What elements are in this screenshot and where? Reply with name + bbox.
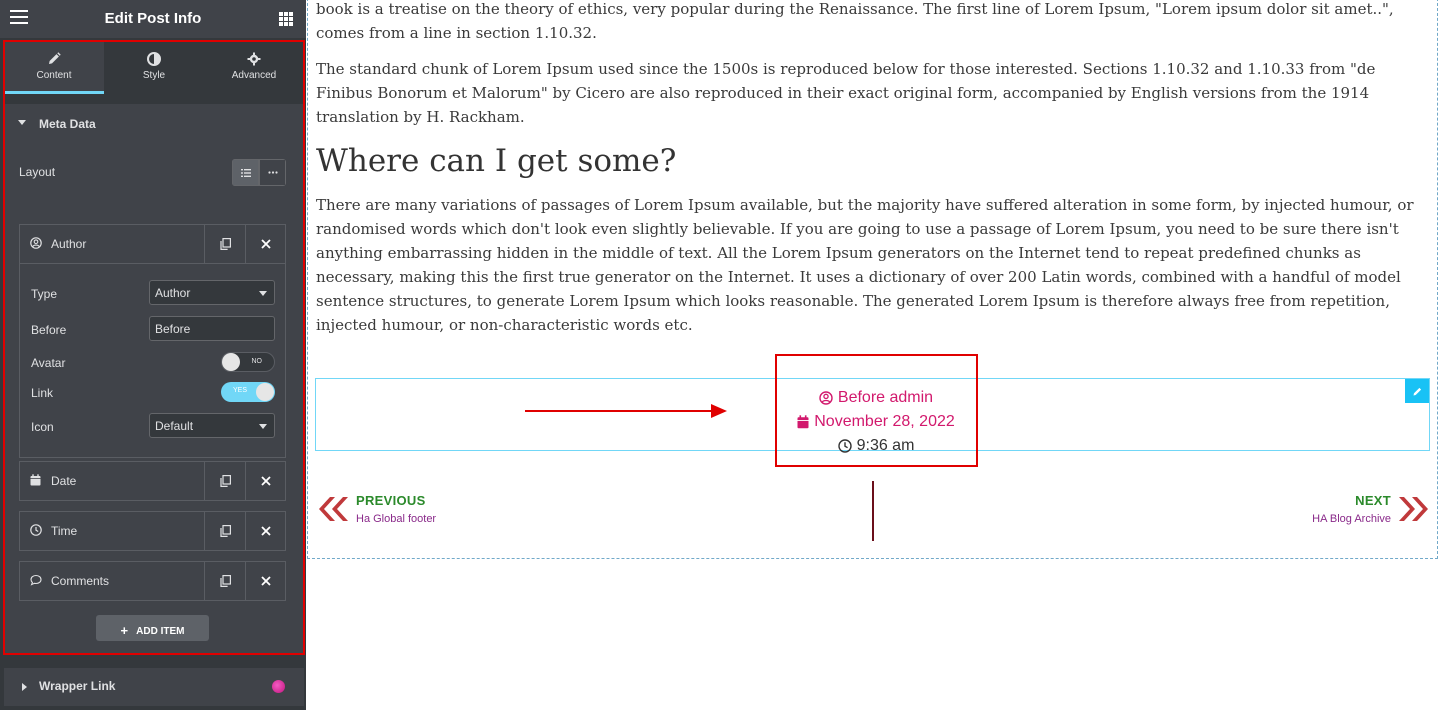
author-settings: Type Author Before Before Avatar NO Link… (20, 263, 285, 457)
duplicate-button[interactable] (204, 225, 246, 263)
copy-icon (219, 525, 231, 537)
toggle-knob (256, 383, 274, 401)
add-item-label: ADD ITEM (136, 626, 185, 637)
icon-label: Icon (31, 420, 54, 434)
calendar-icon (30, 474, 41, 486)
toggle-knob (222, 353, 240, 371)
comment-icon (30, 574, 42, 586)
widgets-grid-icon[interactable] (279, 12, 293, 26)
double-chevron-left-icon (319, 497, 348, 521)
pencil-icon (49, 52, 61, 64)
copy-icon (219, 575, 231, 587)
link-toggle-text: YES (233, 387, 248, 394)
copy-icon (219, 475, 231, 487)
remove-button[interactable] (246, 512, 286, 550)
before-input[interactable]: Before (149, 316, 275, 341)
remove-button[interactable] (246, 462, 286, 500)
tab-style[interactable]: Style (104, 42, 204, 94)
panel-title: Edit Post Info (104, 10, 202, 27)
repeater-item-author-header[interactable]: Author (20, 225, 285, 263)
repeater-item-comments: Comments (19, 561, 286, 601)
repeater-item-comments-header[interactable]: Comments (20, 562, 285, 600)
tab-content[interactable]: Content (4, 42, 104, 94)
clock-icon (30, 524, 42, 536)
icon-select[interactable]: Default (149, 413, 275, 438)
duplicate-button[interactable] (204, 562, 246, 600)
section-wrapper-link-title: Wrapper Link (39, 679, 116, 693)
next-post-link[interactable]: NEXT HA Blog Archive (1312, 493, 1431, 525)
highlight-box (775, 354, 978, 467)
repeater-item-time-header[interactable]: Time (20, 512, 285, 550)
content-heading: Where can I get some? (316, 143, 677, 179)
layout-switcher (232, 159, 286, 186)
user-circle-icon (30, 237, 42, 249)
caret-right-icon (22, 683, 27, 691)
arrow-pointer (525, 404, 727, 418)
section-meta-data-toggle[interactable]: Meta Data (4, 104, 304, 144)
pencil-icon (1413, 387, 1421, 395)
gear-icon (247, 52, 261, 66)
sidebar-header: Edit Post Info (0, 0, 306, 38)
avatar-toggle[interactable]: NO (221, 352, 275, 372)
plus-icon: + (120, 623, 129, 638)
close-icon (261, 239, 271, 249)
section-wrapper-link-toggle[interactable]: Wrapper Link (4, 668, 304, 706)
previous-label: PREVIOUS (356, 493, 426, 508)
copy-icon (219, 238, 231, 250)
link-toggle[interactable]: YES (221, 382, 275, 402)
double-chevron-right-icon (1399, 497, 1428, 521)
repeater-item-author: Author Type Author Before Before Avatar … (19, 224, 286, 458)
close-icon (261, 526, 271, 536)
type-select[interactable]: Author (149, 280, 275, 305)
type-label: Type (31, 287, 58, 301)
caret-down-icon (18, 120, 26, 125)
repeater-item-label: Time (51, 524, 78, 538)
tab-advanced[interactable]: Advanced (204, 42, 304, 94)
next-label: NEXT (1355, 493, 1391, 508)
section-meta-data-title: Meta Data (39, 117, 96, 131)
avatar-label: Avatar (31, 356, 66, 370)
hamburger-menu-icon[interactable] (10, 10, 28, 26)
tab-advanced-label: Advanced (231, 70, 277, 81)
next-post-title: HA Blog Archive (1312, 513, 1391, 525)
repeater-item-date-header[interactable]: Date (20, 462, 285, 500)
duplicate-button[interactable] (204, 512, 246, 550)
duplicate-button[interactable] (204, 462, 246, 500)
editor-sidebar: Edit Post Info Content Style Advanced Me… (0, 0, 306, 710)
close-icon (261, 476, 271, 486)
layout-list-button[interactable] (232, 159, 259, 186)
paragraph: The standard chunk of Lorem Ipsum used s… (316, 60, 1376, 126)
before-label: Before (31, 323, 67, 337)
repeater-item-label: Date (51, 474, 77, 488)
previous-post-link[interactable]: PREVIOUS Ha Global footer (316, 493, 436, 525)
ellipsis-icon (267, 171, 278, 174)
repeater-item-date: Date (19, 461, 286, 501)
previous-post-title: Ha Global footer (356, 513, 437, 525)
panel-tabs: Content Style Advanced (4, 42, 304, 94)
nav-divider (872, 481, 874, 541)
list-icon (240, 168, 251, 177)
post-content: book is a treatise on the theory of ethi… (316, 0, 1431, 349)
avatar-toggle-text: NO (251, 358, 263, 365)
close-icon (261, 576, 271, 586)
layout-label: Layout (19, 165, 56, 179)
page-preview: book is a treatise on the theory of ethi… (306, 0, 1439, 710)
tab-content-label: Content (36, 70, 72, 81)
layout-inline-button[interactable] (259, 159, 286, 186)
pro-badge-icon (272, 680, 285, 693)
half-circle-icon (147, 52, 161, 66)
add-item-button[interactable]: + ADD ITEM (96, 615, 209, 641)
edit-widget-button[interactable] (1405, 379, 1429, 403)
repeater-item-label: Comments (51, 574, 110, 588)
post-navigation: PREVIOUS Ha Global footer NEXT HA Blog A… (316, 481, 1431, 545)
tab-style-label: Style (142, 70, 166, 81)
paragraph: There are many variations of passages of… (316, 196, 1414, 334)
repeater-item-time: Time (19, 511, 286, 551)
repeater-item-label: Author (51, 237, 87, 251)
paragraph: book is a treatise on the theory of ethi… (316, 0, 1394, 42)
remove-button[interactable] (246, 562, 286, 600)
link-label: Link (31, 386, 54, 400)
remove-button[interactable] (246, 225, 286, 263)
